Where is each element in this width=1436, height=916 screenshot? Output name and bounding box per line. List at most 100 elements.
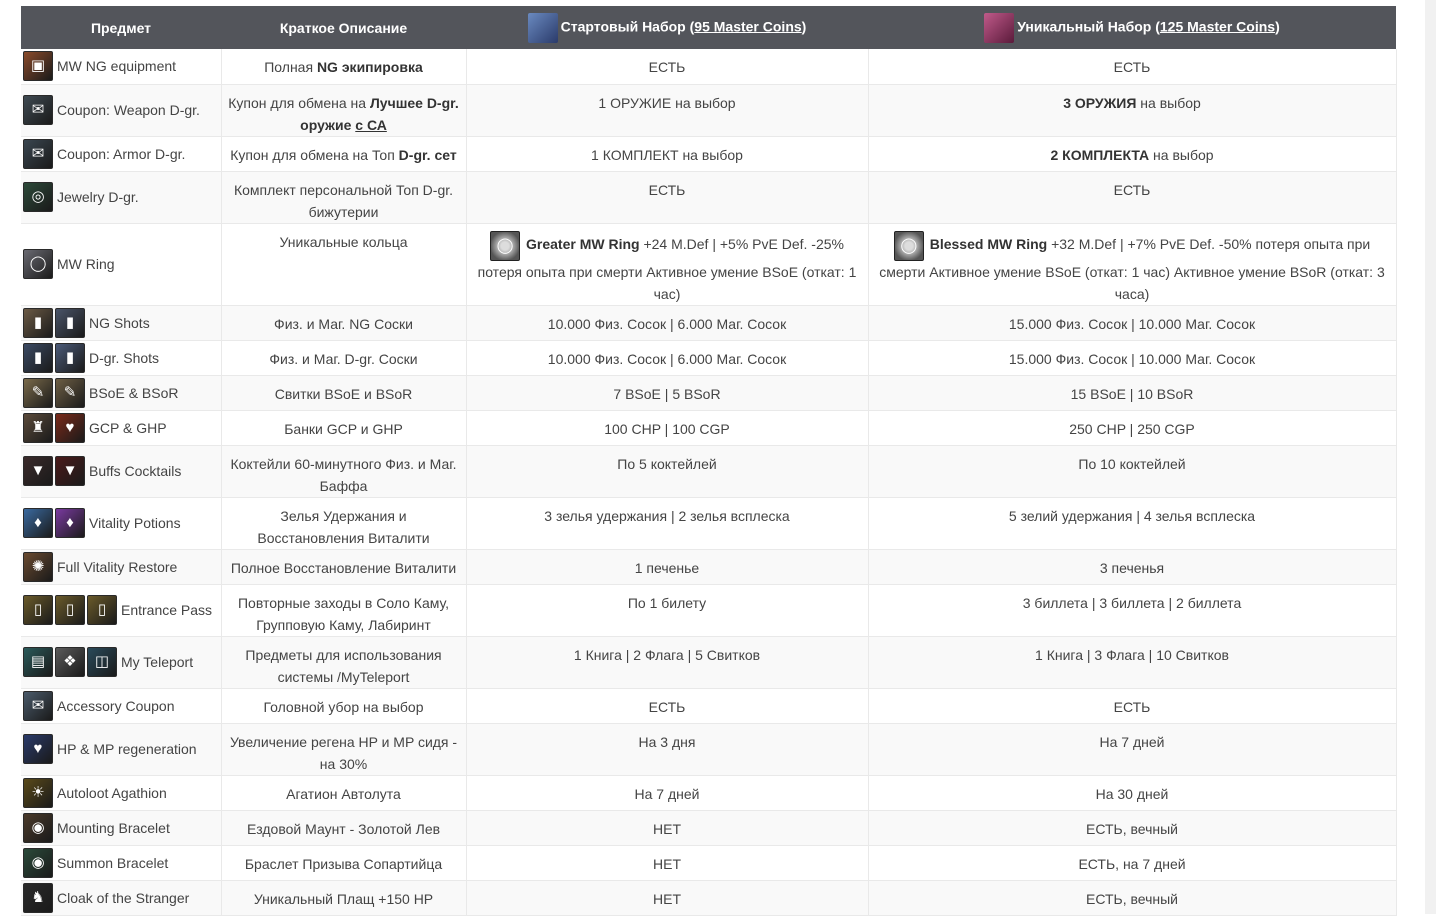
item-wrap: ♥ HP & MP regeneration	[23, 734, 219, 764]
starter-cell: 7 BSoE | 5 BSoR	[466, 375, 869, 411]
table-row: ◉ Summon Bracelet Браслет Призыва Сопартий…	[21, 845, 1397, 881]
item-wrap: ◯ MW Ring	[23, 249, 219, 279]
dgr-shot-phys-icon: ▮	[23, 342, 53, 373]
item-icons: ▤ ❖ ◫	[23, 647, 119, 677]
item-name: BSoE & BSoR	[89, 384, 179, 401]
item-cell: ▮ ▮ NG Shots	[21, 305, 222, 341]
description-cell: Полное Восстановление Виталити	[221, 549, 467, 585]
starter-cell: По 1 билету	[466, 584, 869, 637]
item-name: MW NG equipment	[57, 58, 177, 75]
item-name: Buffs Cocktails	[89, 463, 182, 479]
item-cell: ◉ Mounting Bracelet	[21, 810, 222, 846]
page-scrollbar[interactable]	[1425, 0, 1436, 914]
item-cell: ▣ MW NG equipment	[21, 49, 222, 85]
unique-cell: ЕСТЬ	[868, 171, 1397, 224]
description-cell: Браслет Призыва Сопартийца	[221, 845, 467, 881]
description-cell: Купон для обмена на Топ D-gr. сет	[221, 136, 467, 172]
starter-cell: 1 печенье	[466, 549, 869, 585]
item-name: D-gr. Shots	[89, 349, 160, 366]
unique-bold: 3 ОРУЖИЯ	[1063, 94, 1137, 111]
header-description: Краткое Описание	[221, 6, 466, 49]
item-name: HP & MP regeneration	[57, 741, 197, 757]
header-item: Предмет	[21, 6, 221, 49]
starter-ring-name: Greater MW Ring	[526, 236, 640, 253]
item-wrap: ▯ ▯ ▯ Entrance Pass	[23, 595, 219, 625]
description-cell: Свитки BSoE и BSoR	[221, 375, 467, 411]
unique-cell: На 7 дней	[868, 723, 1397, 776]
item-icons: ▼ ▼	[23, 456, 87, 486]
item-name: Jewelry D-gr.	[57, 189, 139, 205]
description-cell: Уникальные кольца	[221, 223, 467, 306]
table-row: ◯ MW Ring Уникальные кольца ◯ Greater MW Rin…	[21, 223, 1397, 306]
dgr-shot-mag-icon: ▮	[55, 342, 85, 373]
starter-cell: На 3 дня	[466, 723, 869, 776]
item-icons: ▯ ▯ ▯	[23, 595, 119, 625]
starter-cell: НЕТ	[466, 845, 869, 881]
table-row: ✉ Accessory Coupon Головной убор на выбор Е…	[21, 688, 1397, 724]
unique-pack-suffix: )	[1275, 18, 1280, 35]
item-cell: ♥ HP & MP regeneration	[21, 723, 222, 776]
description-cell: Уникальный Плащ +150 HP	[221, 880, 467, 916]
starter-cell: НЕТ	[466, 810, 869, 846]
description-cell: Полная NG экипировка	[221, 49, 467, 85]
unique-cell: 15 BSoE | 10 BSoR	[868, 375, 1397, 411]
item-wrap: ▮ ▮ D-gr. Shots	[23, 342, 219, 373]
table-row: ▼ ▼ Buffs Cocktails Коктейли 60-минутного Ф…	[21, 445, 1397, 498]
starter-coins-link[interactable]: 95 Master Coins	[694, 18, 801, 34]
table-row: ♞ Cloak of the Stranger Уникальный Плащ +1…	[21, 880, 1397, 916]
description-cell: Головной убор на выбор	[221, 688, 467, 724]
table-row: ✉ Coupon: Weapon D-gr. Купон для обмена на…	[21, 84, 1397, 137]
jewelry-icon: ◎	[23, 182, 53, 212]
greater-ring-icon: ◯	[490, 230, 520, 261]
cocktail-mag-icon: ▼	[55, 456, 85, 486]
unique-cell: 5 зелий удержания | 4 зелья всплеска	[868, 497, 1397, 550]
item-icons: ◉	[23, 812, 55, 843]
starter-cell: 3 зелья удержания | 2 зелья всплеска	[466, 497, 869, 550]
item-icons: ♥	[23, 734, 55, 764]
teleport-book-icon: ▤	[23, 647, 53, 677]
unique-cell: 250 CHP | 250 CGP	[868, 410, 1397, 446]
item-cell: ◎ Jewelry D-gr.	[21, 171, 222, 224]
table-row: ✉ Coupon: Armor D-gr. Купон для обмена на …	[21, 136, 1397, 172]
item-name: Summon Bracelet	[57, 854, 169, 871]
item-icons: ✉	[23, 690, 55, 721]
teleport-flag-icon: ❖	[55, 647, 85, 677]
starter-cell: 100 CHP | 100 CGP	[466, 410, 869, 446]
bsoe-scroll-icon: ✎	[23, 377, 53, 408]
unique-cell: ◯ Blessed MW Ring +32 M.Def | +7% PvE Def…	[868, 223, 1397, 306]
item-name: NG Shots	[89, 314, 150, 331]
item-cell: ♞ Cloak of the Stranger	[21, 880, 222, 916]
item-icons: ▣	[23, 51, 55, 82]
item-name: MW Ring	[57, 256, 115, 272]
item-wrap: ◉ Summon Bracelet	[23, 847, 219, 878]
summon-bracelet-icon: ◉	[23, 847, 53, 878]
item-cell: ▼ ▼ Buffs Cocktails	[21, 445, 222, 498]
item-wrap: ♦ ♦ Vitality Potions	[23, 508, 219, 538]
item-wrap: ▼ ▼ Buffs Cocktails	[23, 456, 219, 486]
item-icons: ✺	[23, 551, 55, 582]
table-row: ☀ Autoloot Agathion Агатион Автолута На 7 д…	[21, 775, 1397, 811]
unique-cell: 2 КОМПЛЕКТА на выбор	[868, 136, 1397, 172]
item-cell: ✉ Coupon: Weapon D-gr.	[21, 84, 222, 137]
unique-ring-desc: ◯ Blessed MW Ring +32 M.Def | +7% PvE Def…	[879, 230, 1385, 302]
item-icons: ✉	[23, 138, 55, 169]
starter-cell: ◯ Greater MW Ring +24 M.Def | +5% PvE Def…	[466, 223, 869, 306]
description-cell: Ездовой Маунт - Золотой Лев	[221, 810, 467, 846]
ghp-potion-icon: ♥	[55, 412, 85, 443]
item-name: Cloak of the Stranger	[57, 889, 190, 906]
item-wrap: ✺ Full Vitality Restore	[23, 551, 219, 582]
item-icons: ▮ ▮	[23, 307, 87, 338]
unique-cell: На 30 дней	[868, 775, 1397, 811]
unique-coins-link[interactable]: 125 Master Coins	[1160, 18, 1275, 34]
description-cell: Купон для обмена на Лучшее D-gr. оружие …	[221, 84, 467, 137]
description-cell: Банки GCP и GHP	[221, 410, 467, 446]
unique-cell: ЕСТЬ, вечный	[868, 880, 1397, 916]
item-name: Accessory Coupon	[57, 697, 175, 714]
weapon-coupon-icon: ✉	[23, 95, 53, 125]
item-icons: ♞	[23, 882, 55, 913]
ng-shot-mag-icon: ▮	[55, 307, 85, 338]
item-wrap: ♜ ♥ GCP & GHP	[23, 412, 219, 443]
starter-chest-icon	[527, 12, 558, 43]
item-cell: ✉ Coupon: Armor D-gr.	[21, 136, 222, 172]
item-name: Vitality Potions	[89, 515, 181, 531]
